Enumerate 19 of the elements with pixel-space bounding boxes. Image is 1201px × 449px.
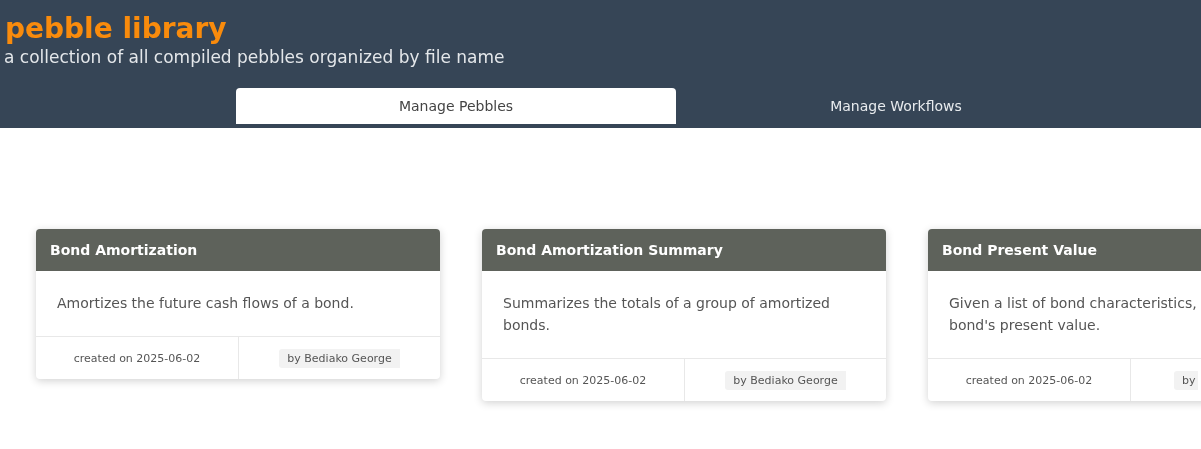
- created-date: created on 2025-06-02: [72, 350, 202, 367]
- card-title: Bond Present Value: [928, 229, 1201, 271]
- pebble-card[interactable]: Bond Present Value Given a list of bond characteristics, bond's present value. created on 2025-06-02 by: [928, 229, 1201, 401]
- author-tag: by Bediako George: [725, 370, 846, 390]
- page-title: pebble library: [5, 12, 228, 46]
- created-date: created on 2025-06-02: [518, 372, 648, 389]
- card-description: Amortizes the future cash flows of a bond.: [56, 294, 355, 313]
- tab[interactable]: Manage Pebbles: [236, 88, 676, 124]
- pebble-card[interactable]: Bond Amortization Summary Summarizes the totals of a group of amortized bonds. created on 2025-06-02 by Bediako George: [482, 229, 886, 401]
- card-title: Bond Amortization: [36, 229, 440, 271]
- pebble-card[interactable]: Bond Amortization Amortizes the future cash flows of a bond. created on 2025-06-02 by Bediako George: [36, 229, 440, 379]
- tab[interactable]: Manage Workflows: [676, 88, 1116, 124]
- page-subtitle: a collection of all compiled pebbles organized by file name: [4, 46, 506, 68]
- author-tag: by Bediako George: [279, 348, 400, 368]
- author-tag: by: [1174, 370, 1198, 390]
- card-description: Summarizes the totals of a group of amortized bonds.: [502, 294, 831, 335]
- card-title: Bond Amortization Summary: [482, 229, 886, 271]
- card-description: Given a list of bond characteristics, bond's present value.: [948, 294, 1198, 335]
- created-date: created on 2025-06-02: [964, 372, 1094, 389]
